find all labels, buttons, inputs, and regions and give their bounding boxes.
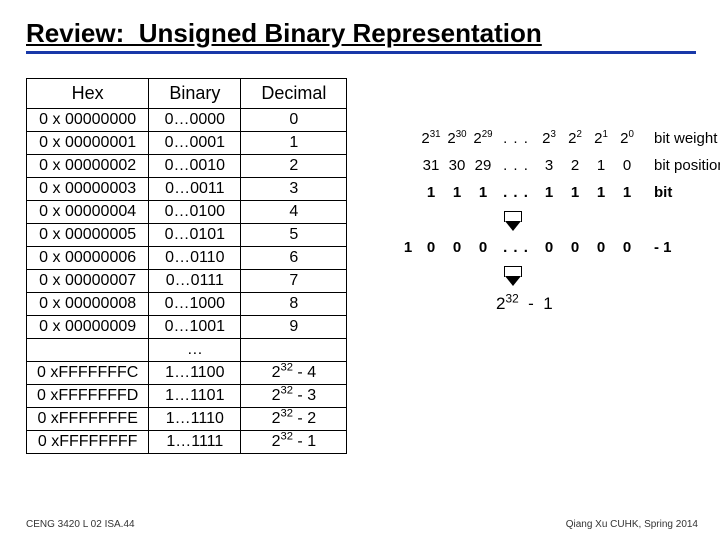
- cell-bin: 0…0011: [149, 178, 241, 201]
- bit-diagram: 231 230 229 . . . 23 22 21 20 bit weight…: [398, 130, 720, 314]
- col-binary: Binary: [149, 79, 241, 109]
- table-row: 0 x 000000050…01015: [27, 224, 347, 247]
- cell-bin: …: [149, 339, 241, 362]
- cell-hex: 0 xFFFFFFFC: [27, 362, 149, 385]
- cell-hex: 0 xFFFFFFFD: [27, 385, 149, 408]
- cell-dec: 1: [241, 132, 347, 155]
- cell-hex: 0 x 00000007: [27, 270, 149, 293]
- cell-bin: 0…0100: [149, 201, 241, 224]
- cell-dec: 2: [241, 155, 347, 178]
- footer-right: Qiang Xu CUHK, Spring 2014: [566, 519, 698, 530]
- cell-bin: 0…0110: [149, 247, 241, 270]
- cell-hex: 0 x 00000003: [27, 178, 149, 201]
- cell-bin: 0…0101: [149, 224, 241, 247]
- table-row: 0 x 000000020…00102: [27, 155, 347, 178]
- cell-hex: 0 xFFFFFFFF: [27, 431, 149, 454]
- cell-bin: 0…0111: [149, 270, 241, 293]
- subtract-row: 1 0 0 0 . . . 0 0 0 0 - 1: [398, 239, 720, 256]
- cell-bin: 0…1001: [149, 316, 241, 339]
- cell-dec: 232 - 2: [241, 408, 347, 431]
- cell-hex: 0 x 00000000: [27, 109, 149, 132]
- cell-hex: 0 x 00000002: [27, 155, 149, 178]
- cell-dec: 5: [241, 224, 347, 247]
- cell-hex: 0 x 00000005: [27, 224, 149, 247]
- slide-title: Review: Unsigned Binary Representation: [26, 18, 696, 54]
- cell-bin: 0…0010: [149, 155, 241, 178]
- table-row: 0 x 000000000…00000: [27, 109, 347, 132]
- bit-label: bit: [654, 184, 672, 201]
- cell-dec: 9: [241, 316, 347, 339]
- cell-bin: 1…1101: [149, 385, 241, 408]
- cell-dec: 8: [241, 293, 347, 316]
- cell-dec: 232 - 3: [241, 385, 347, 408]
- cell-hex: 0 x 00000006: [27, 247, 149, 270]
- bit-position-label: bit position: [654, 157, 720, 174]
- table-row: 0 xFFFFFFFC1…1100232 - 4: [27, 362, 347, 385]
- table-row: 0 x 000000010…00011: [27, 132, 347, 155]
- table-row: 0 x 000000080…10008: [27, 293, 347, 316]
- table-row: 0 x 000000070…01117: [27, 270, 347, 293]
- table-row: 0 x 000000040…01004: [27, 201, 347, 224]
- cell-bin: 0…0001: [149, 132, 241, 155]
- cell-dec: 3: [241, 178, 347, 201]
- cell-bin: 0…1000: [149, 293, 241, 316]
- minus-one-label: - 1: [654, 239, 672, 256]
- cell-hex: 0 x 00000008: [27, 293, 149, 316]
- bit-weight-label: bit weight: [654, 130, 717, 147]
- col-decimal: Decimal: [241, 79, 347, 109]
- cell-hex: 0 x 00000009: [27, 316, 149, 339]
- col-hex: Hex: [27, 79, 149, 109]
- table-row: 0 xFFFFFFFE1…1110232 - 2: [27, 408, 347, 431]
- cell-dec: 6: [241, 247, 347, 270]
- cell-bin: 1…1100: [149, 362, 241, 385]
- cell-dec: 232 - 1: [241, 431, 347, 454]
- cell-dec: 0: [241, 109, 347, 132]
- cell-bin: 1…1111: [149, 431, 241, 454]
- cell-hex: 0 xFFFFFFFE: [27, 408, 149, 431]
- down-arrow-icon: [498, 266, 526, 288]
- cell-dec: 7: [241, 270, 347, 293]
- cell-hex: 0 x 00000004: [27, 201, 149, 224]
- cell-hex: 0 x 00000001: [27, 132, 149, 155]
- cell-dec: 232 - 4: [241, 362, 347, 385]
- bit-position-row: 31 30 29 . . . 3 2 1 0 bit position: [398, 157, 720, 174]
- cell-dec: 4: [241, 201, 347, 224]
- table-row: 0 xFFFFFFFF1…1111232 - 1: [27, 431, 347, 454]
- bit-values-row: 1 1 1 . . . 1 1 1 1 bit: [398, 184, 720, 201]
- table-row: 0 x 000000090…10019: [27, 316, 347, 339]
- cell-hex: [27, 339, 149, 362]
- footer-left: CENG 3420 L 02 ISA.44: [26, 519, 135, 530]
- cell-bin: 0…0000: [149, 109, 241, 132]
- cell-bin: 1…1110: [149, 408, 241, 431]
- table-row: 0 x 000000030…00113: [27, 178, 347, 201]
- cell-dec: [241, 339, 347, 362]
- table-row: …: [27, 339, 347, 362]
- conversion-table: Hex Binary Decimal 0 x 000000000…000000 …: [26, 78, 347, 454]
- result-value: 232 - 1: [496, 294, 720, 314]
- table-row: 0 x 000000060…01106: [27, 247, 347, 270]
- bit-weight-row: 231 230 229 . . . 23 22 21 20 bit weight: [398, 130, 720, 147]
- down-arrow-icon: [498, 211, 526, 233]
- table-row: 0 xFFFFFFFD1…1101232 - 3: [27, 385, 347, 408]
